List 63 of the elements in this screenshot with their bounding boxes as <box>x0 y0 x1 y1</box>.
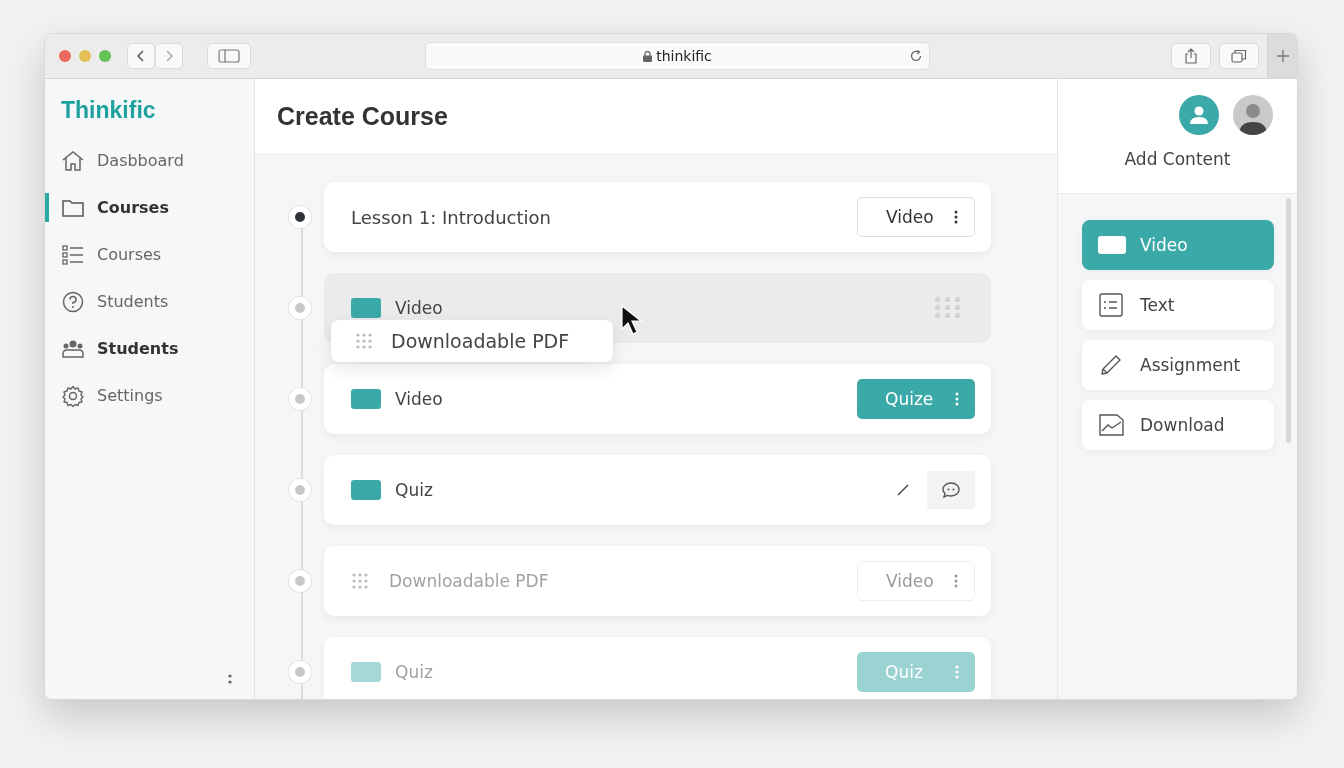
lesson-title: Quiz <box>395 480 433 500</box>
video-icon <box>351 389 381 409</box>
back-button[interactable] <box>127 43 155 69</box>
content-type-item[interactable]: Download <box>1082 400 1274 450</box>
edit-icon[interactable] <box>897 484 909 496</box>
content-type-button[interactable]: Video <box>857 197 975 237</box>
sidebar-item[interactable]: Courses <box>45 231 254 278</box>
video-icon <box>1098 233 1126 257</box>
video-icon <box>351 662 381 682</box>
lesson-title: Video <box>395 389 443 409</box>
panel-title: Add Content <box>1123 149 1232 169</box>
lock-icon <box>643 50 653 62</box>
plus-icon <box>1275 49 1290 63</box>
new-tab-button[interactable] <box>1267 34 1297 78</box>
forward-icon <box>164 49 174 63</box>
more-icon[interactable] <box>954 210 958 224</box>
sidebar-icon <box>218 49 240 63</box>
content-type-item[interactable]: Text <box>1082 280 1274 330</box>
mouse-cursor-icon <box>621 305 643 337</box>
list-icon <box>61 243 85 266</box>
list-icon <box>1098 293 1126 317</box>
drag-handle-icon <box>355 332 373 350</box>
lesson-title: Quiz <box>395 662 433 682</box>
zoom-icon[interactable] <box>99 50 111 62</box>
sidebar-item[interactable]: Students <box>45 278 254 325</box>
comment-button[interactable] <box>927 471 975 509</box>
address-bar[interactable]: thinkific <box>425 42 930 70</box>
more-icon[interactable] <box>228 673 232 685</box>
lesson-card[interactable]: Lesson 1: Introduction Video <box>324 182 991 252</box>
drag-handle-icon[interactable] <box>935 297 961 319</box>
person-icon <box>1188 104 1210 126</box>
video-icon <box>351 298 381 318</box>
share-icon <box>1184 48 1198 64</box>
back-icon <box>136 49 146 63</box>
question-icon <box>61 290 85 313</box>
home-icon <box>61 149 85 172</box>
chart-icon <box>1098 413 1126 437</box>
forward-button[interactable] <box>155 43 183 69</box>
sidebar-item[interactable]: Dasbboard <box>45 137 254 184</box>
content-type-item[interactable]: Assignment <box>1082 340 1274 390</box>
tabs-button[interactable] <box>1219 43 1259 69</box>
close-icon[interactable] <box>59 50 71 62</box>
sidebar-item[interactable]: Settings <box>45 372 254 419</box>
video-icon <box>351 480 381 500</box>
lesson-title: Downloadable PDF <box>389 571 549 591</box>
tabs-icon <box>1231 49 1247 63</box>
comment-icon <box>941 481 961 499</box>
settings-icon <box>61 384 85 407</box>
user-avatar[interactable] <box>1179 95 1219 135</box>
reload-icon[interactable] <box>909 49 923 63</box>
profile-avatar[interactable] <box>1233 95 1273 135</box>
sidebar-item[interactable]: Courses <box>45 184 254 231</box>
sidebar-toggle-button[interactable] <box>207 43 251 69</box>
lesson-title: Lesson 1: Introduction <box>351 206 551 228</box>
lesson-title: Video <box>395 298 443 318</box>
url-text: thinkific <box>656 48 712 64</box>
share-button[interactable] <box>1171 43 1211 69</box>
drag-preview-card[interactable]: Downloadable PDF <box>331 320 613 362</box>
sidebar-item[interactable]: Students <box>45 325 254 372</box>
drag-handle-icon[interactable] <box>351 572 369 590</box>
lesson-card[interactable]: Quiz <box>324 455 991 525</box>
minimize-icon[interactable] <box>79 50 91 62</box>
page-title: Create Course <box>277 102 448 131</box>
